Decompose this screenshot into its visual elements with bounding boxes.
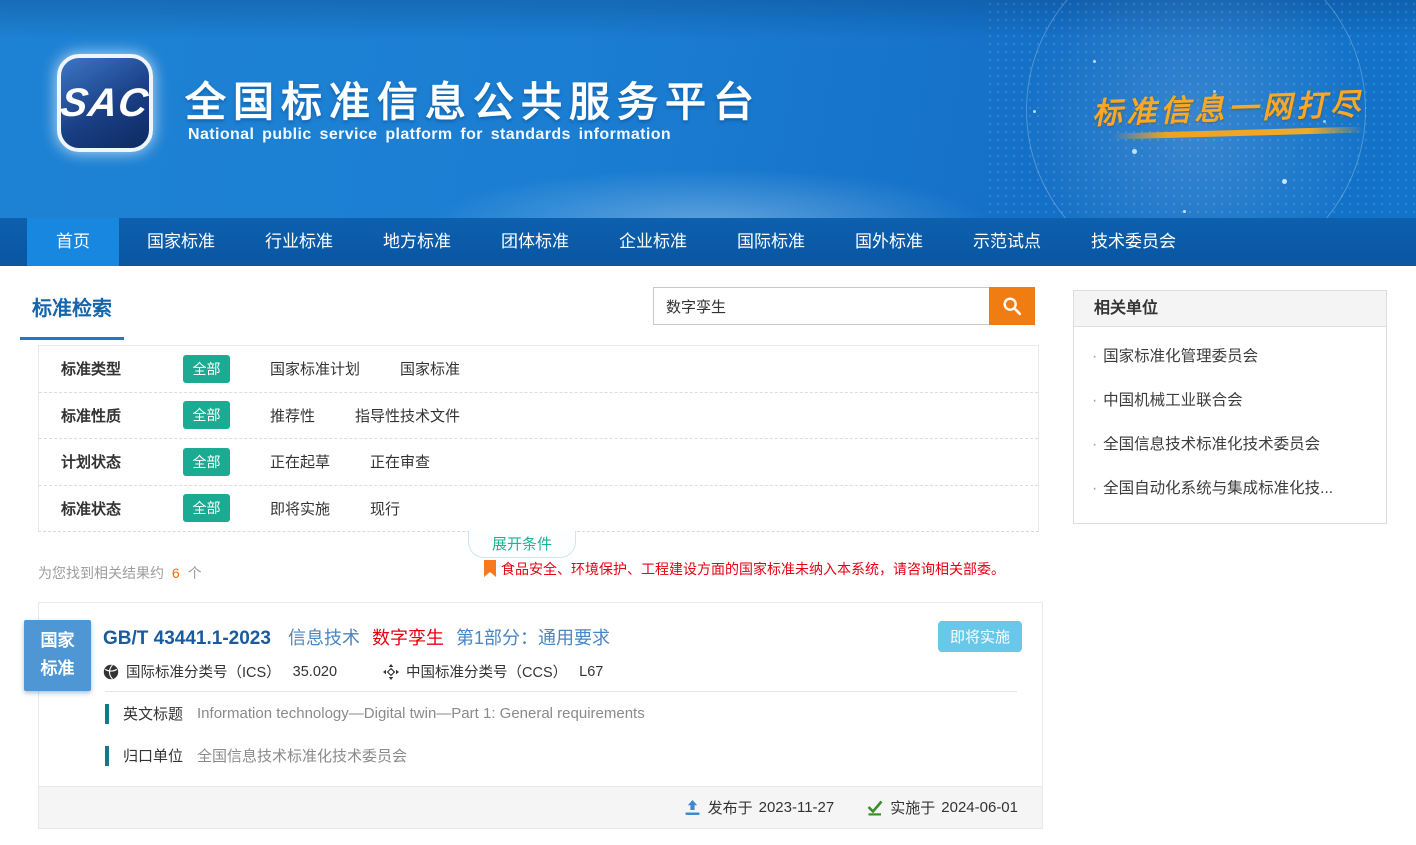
search-button[interactable] — [989, 287, 1035, 325]
nav-item-pilot[interactable]: 示范试点 — [951, 218, 1063, 266]
standard-type-line2: 标准 — [24, 655, 91, 683]
filter-row-standard-nature: 标准性质 全部 推荐性 指导性技术文件 — [39, 392, 1038, 439]
bookmark-icon — [484, 560, 496, 577]
filter-option[interactable]: 正在起草 — [270, 451, 330, 472]
nav-item-group-standards[interactable]: 团体标准 — [479, 218, 591, 266]
filter-option[interactable]: 即将实施 — [270, 498, 330, 519]
related-unit-link[interactable]: 全国自动化系统与集成标准化技... — [1074, 467, 1386, 511]
publish-label: 发布于 — [708, 797, 753, 818]
standard-type-badge: 国家 标准 — [24, 620, 91, 691]
department-label: 归口单位 — [123, 745, 183, 766]
filter-all-button[interactable]: 全部 — [183, 448, 230, 476]
related-units-list: 国家标准化管理委员会 中国机械工业联合会 全国信息技术标准化技术委员会 全国自动… — [1074, 327, 1386, 523]
filter-option[interactable]: 推荐性 — [270, 405, 315, 426]
related-unit-link[interactable]: 国家标准化管理委员会 — [1074, 335, 1386, 379]
sac-logo-text: SAC — [58, 81, 152, 126]
standard-title-link[interactable]: GB/T 43441.1-2023 信息技术 数字孪生 第1部分：通用要求 — [103, 624, 617, 650]
related-units-title: 相关单位 — [1074, 291, 1386, 327]
ics-group: 国际标准分类号（ICS） 35.020 — [103, 661, 337, 682]
site-title: 全国标准信息公共服务平台 — [185, 68, 761, 128]
globe-icon — [103, 664, 119, 680]
filter-row-plan-status: 计划状态 全部 正在起草 正在审查 — [39, 438, 1038, 485]
filter-all-button[interactable]: 全部 — [183, 355, 230, 383]
ics-label: 国际标准分类号（ICS） — [126, 661, 281, 682]
filter-option[interactable]: 正在审查 — [370, 451, 430, 472]
english-title-row: 英文标题 Information technology—Digital twin… — [105, 703, 645, 724]
search-input[interactable] — [653, 287, 989, 325]
standard-title-highlight[interactable]: 数字孪生 — [372, 628, 444, 648]
results-count-prefix: 为您找到相关结果约 — [38, 565, 164, 581]
card-divider — [105, 691, 1017, 692]
implement-label: 实施于 — [890, 797, 935, 818]
nav-item-local-standards[interactable]: 地方标准 — [361, 218, 473, 266]
english-title-label: 英文标题 — [123, 703, 183, 724]
nav-item-international-standards[interactable]: 国际标准 — [715, 218, 827, 266]
filter-row-standard-type: 标准类型 全部 国家标准计划 国家标准 — [39, 346, 1038, 392]
ccs-group: 中国标准分类号（CCS） L67 — [383, 661, 603, 682]
related-units-panel: 相关单位 国家标准化管理委员会 中国机械工业联合会 全国信息技术标准化技术委员会… — [1073, 290, 1387, 524]
publish-date: 2023-11-27 — [759, 799, 835, 816]
sac-logo[interactable]: SAC — [57, 54, 153, 152]
results-notice: 食品安全、环境保护、工程建设方面的国家标准未纳入本系统，请咨询相关部委。 — [484, 560, 1005, 578]
related-unit-link[interactable]: 全国信息技术标准化技术委员会 — [1074, 423, 1386, 467]
ccs-label: 中国标准分类号（CCS） — [406, 661, 567, 682]
filter-option[interactable]: 现行 — [370, 498, 400, 519]
nav-item-industry-standards[interactable]: 行业标准 — [243, 218, 355, 266]
filter-label: 标准性质 — [61, 405, 157, 426]
ics-value: 35.020 — [293, 664, 337, 680]
filter-option[interactable]: 指导性技术文件 — [355, 405, 460, 426]
card-footer: 发布于 2023-11-27 实施于 2024-06-01 — [39, 786, 1042, 828]
standard-title-post[interactable]: 第1部分：通用要求 — [456, 628, 610, 648]
filter-option[interactable]: 国家标准 — [400, 358, 460, 379]
compass-icon — [383, 664, 399, 680]
check-icon — [866, 800, 883, 816]
search-box — [653, 287, 1035, 325]
page: SAC 全国标准信息公共服务平台 National public service… — [0, 0, 1416, 845]
department-value: 全国信息技术标准化技术委员会 — [197, 745, 407, 766]
teal-bar-decoration — [105, 704, 109, 724]
nav-item-technical-committee[interactable]: 技术委员会 — [1069, 218, 1198, 266]
results-count-number: 6 — [172, 565, 180, 581]
standard-type-line1: 国家 — [24, 627, 91, 655]
expand-conditions-button[interactable]: 展开条件 — [468, 531, 576, 558]
main-nav: 首页 国家标准 行业标准 地方标准 团体标准 企业标准 国际标准 国外标准 示范… — [0, 218, 1416, 266]
filter-label: 标准状态 — [61, 498, 157, 519]
teal-bar-decoration — [105, 746, 109, 766]
classification-row: 国际标准分类号（ICS） 35.020 中国标准分类号（CCS） L67 — [103, 661, 603, 682]
standard-code[interactable]: GB/T 43441.1-2023 — [103, 628, 271, 649]
filter-all-button[interactable]: 全部 — [183, 494, 230, 522]
implement-date: 2024-06-01 — [941, 799, 1018, 816]
nav-item-national-standards[interactable]: 国家标准 — [125, 218, 237, 266]
site-subtitle: National public service platform for sta… — [188, 126, 671, 144]
implement-date-group: 实施于 2024-06-01 — [866, 797, 1018, 818]
filter-panel: 标准类型 全部 国家标准计划 国家标准 标准性质 全部 推荐性 指导性技术文件 … — [38, 345, 1039, 532]
english-title-value: Information technology—Digital twin—Part… — [197, 705, 645, 722]
result-card: 国家 标准 即将实施 GB/T 43441.1-2023 信息技术 数字孪生 第… — [38, 602, 1043, 829]
nav-item-enterprise-standards[interactable]: 企业标准 — [597, 218, 709, 266]
filter-option[interactable]: 国家标准计划 — [270, 358, 360, 379]
filter-label: 标准类型 — [61, 358, 157, 379]
sparkle-dots-decoration — [1093, 60, 1096, 63]
nav-item-foreign-standards[interactable]: 国外标准 — [833, 218, 945, 266]
related-unit-link[interactable]: 中国机械工业联合会 — [1074, 379, 1386, 423]
filter-label: 计划状态 — [61, 451, 157, 472]
results-count: 为您找到相关结果约 6 个 — [38, 563, 202, 583]
site-header: SAC 全国标准信息公共服务平台 National public service… — [0, 0, 1416, 218]
results-count-suffix: 个 — [188, 565, 202, 581]
department-row: 归口单位 全国信息技术标准化技术委员会 — [105, 745, 407, 766]
results-notice-text: 食品安全、环境保护、工程建设方面的国家标准未纳入本系统，请咨询相关部委。 — [501, 560, 1005, 578]
search-icon — [1001, 295, 1023, 317]
standard-title-pre[interactable]: 信息技术 — [288, 628, 360, 648]
status-badge: 即将实施 — [938, 621, 1022, 652]
ccs-value: L67 — [579, 664, 603, 680]
upload-icon — [684, 800, 701, 816]
filter-all-button[interactable]: 全部 — [183, 401, 230, 429]
nav-item-home[interactable]: 首页 — [27, 218, 119, 266]
section-title-standard-search: 标准检索 — [20, 292, 124, 340]
publish-date-group: 发布于 2023-11-27 — [684, 797, 835, 818]
filter-row-standard-status: 标准状态 全部 即将实施 现行 — [39, 485, 1038, 532]
